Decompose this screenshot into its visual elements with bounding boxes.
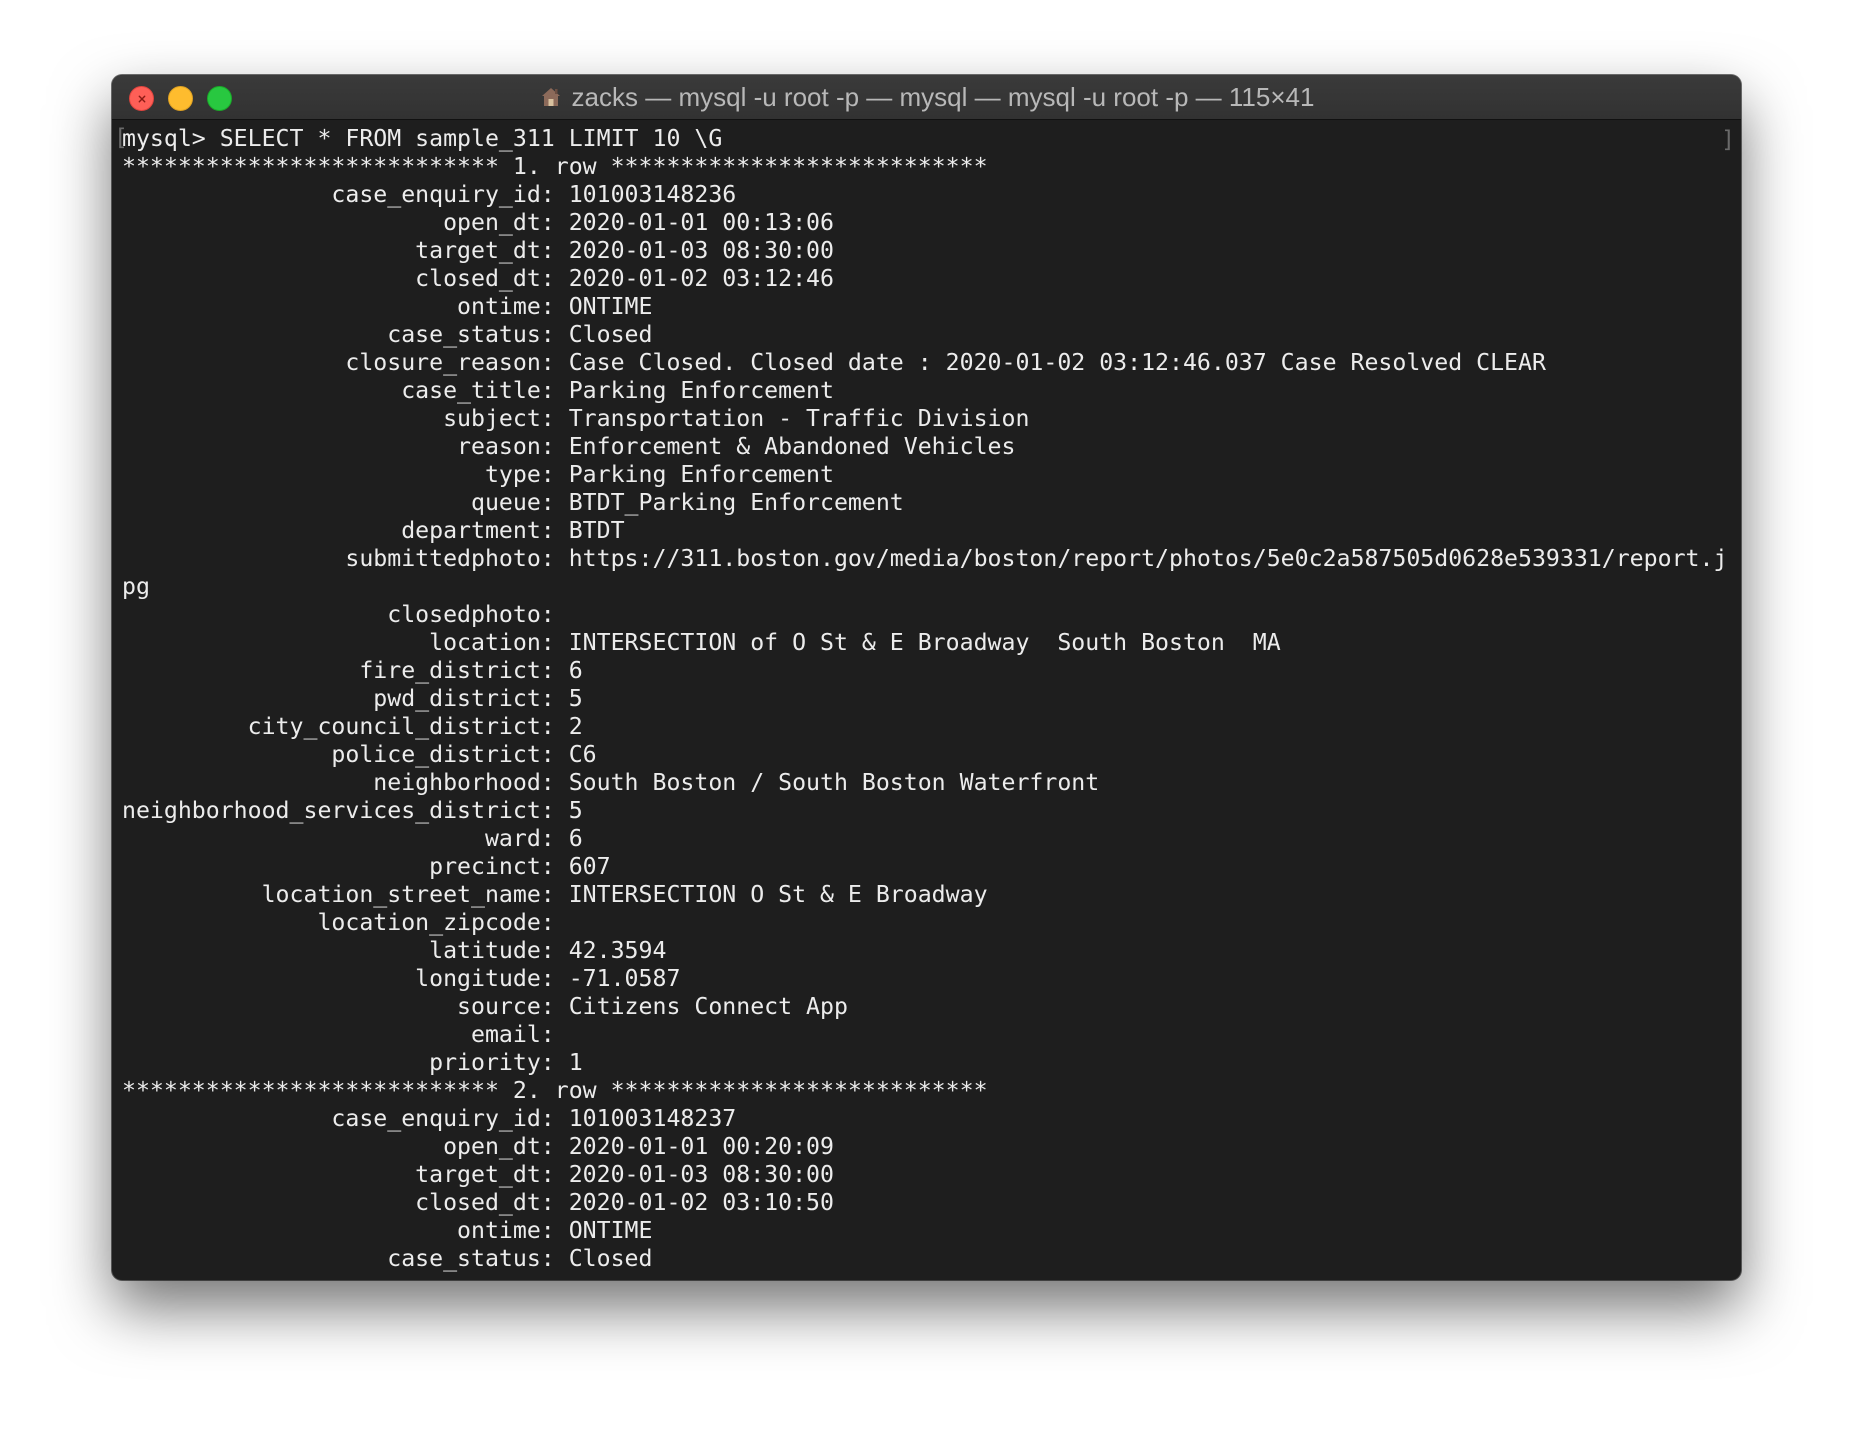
maximize-button[interactable] (207, 86, 232, 111)
output-line: open_dt: 2020-01-01 00:20:09 (122, 1133, 834, 1160)
output-line: closedphoto: (122, 601, 569, 628)
output-line: target_dt: 2020-01-03 08:30:00 (122, 1161, 834, 1188)
terminal-window: zacks — mysql -u root -p — mysql — mysql… (112, 75, 1741, 1280)
output-line: closure_reason: Case Closed. Closed date… (122, 349, 1546, 376)
output-line: open_dt: 2020-01-01 00:13:06 (122, 209, 834, 236)
output-line: closed_dt: 2020-01-02 03:10:50 (122, 1189, 834, 1216)
window-title: zacks — mysql -u root -p — mysql — mysql… (571, 81, 1315, 112)
output-line: case_title: Parking Enforcement (122, 377, 834, 404)
output-line: target_dt: 2020-01-03 08:30:00 (122, 237, 834, 264)
output-line: case_enquiry_id: 101003148237 (122, 1105, 737, 1132)
close-icon (138, 95, 145, 102)
output-line: submittedphoto: https://311.boston.gov/m… (122, 545, 1728, 572)
terminal-output[interactable]: mysql> SELECT * FROM sample_311 LIMIT 10… (112, 120, 1741, 1280)
output-line: *************************** 2. row *****… (122, 1077, 988, 1104)
output-line: city_council_district: 2 (122, 713, 583, 740)
output-line: neighborhood: South Boston / South Bosto… (122, 769, 1100, 796)
prompt-line: mysql> SELECT * FROM sample_311 LIMIT 10… (122, 125, 723, 152)
output-line: case_enquiry_id: 101003148236 (122, 181, 737, 208)
minimize-button[interactable] (168, 86, 193, 111)
output-line: department: BTDT (122, 517, 625, 544)
output-line: case_status: Closed (122, 321, 653, 348)
title-bar[interactable]: zacks — mysql -u root -p — mysql — mysql… (112, 75, 1741, 120)
output-line: police_district: C6 (122, 741, 597, 768)
output-line: closed_dt: 2020-01-02 03:12:46 (122, 265, 834, 292)
output-line: precinct: 607 (122, 853, 611, 880)
window-title-group: zacks — mysql -u root -p — mysql — mysql… (539, 81, 1315, 113)
close-button[interactable] (129, 86, 154, 111)
output-line: neighborhood_services_district: 5 (122, 797, 583, 824)
output-line: *************************** 1. row *****… (122, 153, 988, 180)
output-line: source: Citizens Connect App (122, 993, 848, 1020)
output-line: ontime: ONTIME (122, 293, 653, 320)
output-line: fire_district: 6 (122, 657, 583, 684)
output-line: ward: 6 (122, 825, 583, 852)
house-icon (541, 88, 560, 106)
output-line: pg (122, 573, 150, 600)
output-line: latitude: 42.3594 (122, 937, 667, 964)
output-line: ontime: ONTIME (122, 1217, 653, 1244)
output-line: queue: BTDT_Parking Enforcement (122, 489, 904, 516)
output-line: email: (122, 1021, 569, 1048)
output-line: subject: Transportation - Traffic Divisi… (122, 405, 1030, 432)
output-line: location: INTERSECTION of O St & E Broad… (122, 629, 1281, 656)
output-line: pwd_district: 5 (122, 685, 583, 712)
output-line: type: Parking Enforcement (122, 461, 834, 488)
output-line: location_zipcode: (122, 909, 569, 936)
output-line: priority: 1 (122, 1049, 583, 1076)
output-line: location_street_name: INTERSECTION O St … (122, 881, 988, 908)
output-line: reason: Enforcement & Abandoned Vehicles (122, 433, 1016, 460)
output-line: case_status: Closed (122, 1245, 653, 1272)
output-line: longitude: -71.0587 (122, 965, 681, 992)
window-controls (129, 86, 232, 111)
